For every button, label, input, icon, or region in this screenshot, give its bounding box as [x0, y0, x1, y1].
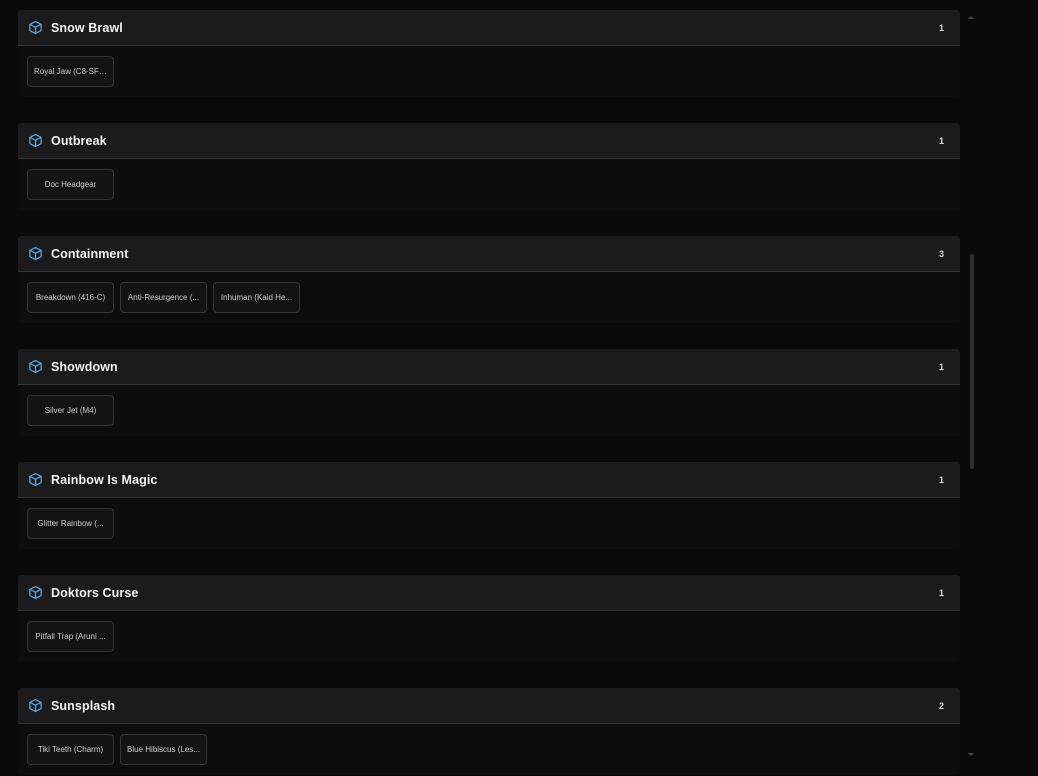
cube-icon	[27, 359, 43, 375]
item-chip-label: Inhuman (Kaid He...	[220, 293, 293, 302]
section-items: Breakdown (416-C) Anti-Resurgence (... Inh…	[18, 272, 960, 313]
item-chip-label: Silver Jet (M4)	[44, 406, 97, 415]
section-items: Royal Jaw (C8-SFW)	[18, 46, 960, 87]
item-count-badge: 1	[938, 135, 944, 146]
collection-section: Sunsplash 2 Tiki Teeth (Charm) Blue Hibiscu…	[18, 688, 960, 775]
item-chip[interactable]: Glitter Rainbow (...	[27, 508, 114, 539]
section-header[interactable]: Showdown 1	[18, 349, 960, 385]
item-chip-label: Glitter Rainbow (...	[37, 519, 104, 528]
section-title: Containment	[51, 246, 129, 261]
cube-icon	[27, 133, 43, 149]
item-chip-label: Doc Headgear	[44, 180, 97, 189]
item-chip[interactable]: Breakdown (416-C)	[27, 282, 114, 313]
item-chip-label: Tiki Teeth (Charm)	[37, 745, 104, 754]
cube-icon	[27, 472, 43, 488]
section-items: Glitter Rainbow (...	[18, 498, 960, 539]
item-chip[interactable]: Pitfall Trap (Aruni ...	[27, 621, 114, 652]
item-chip[interactable]: Doc Headgear	[27, 169, 114, 200]
item-chip-label: Blue Hibiscus (Les...	[127, 745, 200, 754]
collection-section: Outbreak 1 Doc Headgear	[18, 123, 960, 210]
collection-section: Containment 3 Breakdown (416-C) Anti-Resurg…	[18, 236, 960, 323]
section-title: Sunsplash	[51, 698, 116, 713]
section-header[interactable]: Sunsplash 2	[18, 688, 960, 724]
section-header[interactable]: Outbreak 1	[18, 123, 960, 159]
item-chip[interactable]: Anti-Resurgence (...	[120, 282, 207, 313]
item-chip[interactable]: Tiki Teeth (Charm)	[27, 734, 114, 765]
section-title: Snow Brawl	[51, 20, 123, 35]
item-chip[interactable]: Silver Jet (M4)	[27, 395, 114, 426]
section-header[interactable]: Containment 3	[18, 236, 960, 272]
collection-section: Snow Brawl 1 Royal Jaw (C8-SFW)	[18, 10, 960, 97]
scrollbar-thumb[interactable]	[970, 254, 974, 469]
cube-icon	[27, 698, 43, 714]
item-chip[interactable]: Inhuman (Kaid He...	[213, 282, 300, 313]
cube-icon	[27, 585, 43, 601]
section-items: Doc Headgear	[18, 159, 960, 200]
section-items: Pitfall Trap (Aruni ...	[18, 611, 960, 652]
vertical-scrollbar[interactable]	[966, 10, 978, 762]
section-header[interactable]: Snow Brawl 1	[18, 10, 960, 46]
collection-section: Showdown 1 Silver Jet (M4)	[18, 349, 960, 436]
item-chip-label: Pitfall Trap (Aruni ...	[35, 632, 106, 641]
section-header[interactable]: Doktors Curse 1	[18, 575, 960, 611]
item-count-badge: 1	[938, 361, 944, 372]
collections-list: Snow Brawl 1 Royal Jaw (C8-SFW) Outbreak 1 Do…	[18, 10, 960, 776]
scroll-down-icon[interactable]	[968, 753, 974, 756]
section-title: Rainbow Is Magic	[51, 472, 158, 487]
item-chip-label: Breakdown (416-C)	[35, 293, 106, 302]
cube-icon	[27, 20, 43, 36]
item-count-badge: 1	[938, 587, 944, 598]
section-items: Silver Jet (M4)	[18, 385, 960, 426]
item-chip-label: Anti-Resurgence (...	[127, 293, 200, 302]
item-count-badge: 2	[938, 700, 944, 711]
scroll-up-icon[interactable]	[968, 16, 974, 19]
section-header[interactable]: Rainbow Is Magic 1	[18, 462, 960, 498]
collections-list-view: Snow Brawl 1 Royal Jaw (C8-SFW) Outbreak 1 Do…	[0, 0, 1038, 776]
collection-section: Doktors Curse 1 Pitfall Trap (Aruni ...	[18, 575, 960, 662]
section-items: Tiki Teeth (Charm) Blue Hibiscus (Les...	[18, 724, 960, 765]
item-count-badge: 1	[938, 22, 944, 33]
cube-icon	[27, 246, 43, 262]
item-chip[interactable]: Royal Jaw (C8-SFW)	[27, 56, 114, 87]
item-count-badge: 1	[938, 474, 944, 485]
section-title: Doktors Curse	[51, 585, 139, 600]
item-count-badge: 3	[938, 248, 944, 259]
section-title: Outbreak	[51, 133, 107, 148]
item-chip-label: Royal Jaw (C8-SFW)	[34, 67, 107, 76]
collection-section: Rainbow Is Magic 1 Glitter Rainbow (...	[18, 462, 960, 549]
item-chip[interactable]: Blue Hibiscus (Les...	[120, 734, 207, 765]
section-title: Showdown	[51, 359, 118, 374]
